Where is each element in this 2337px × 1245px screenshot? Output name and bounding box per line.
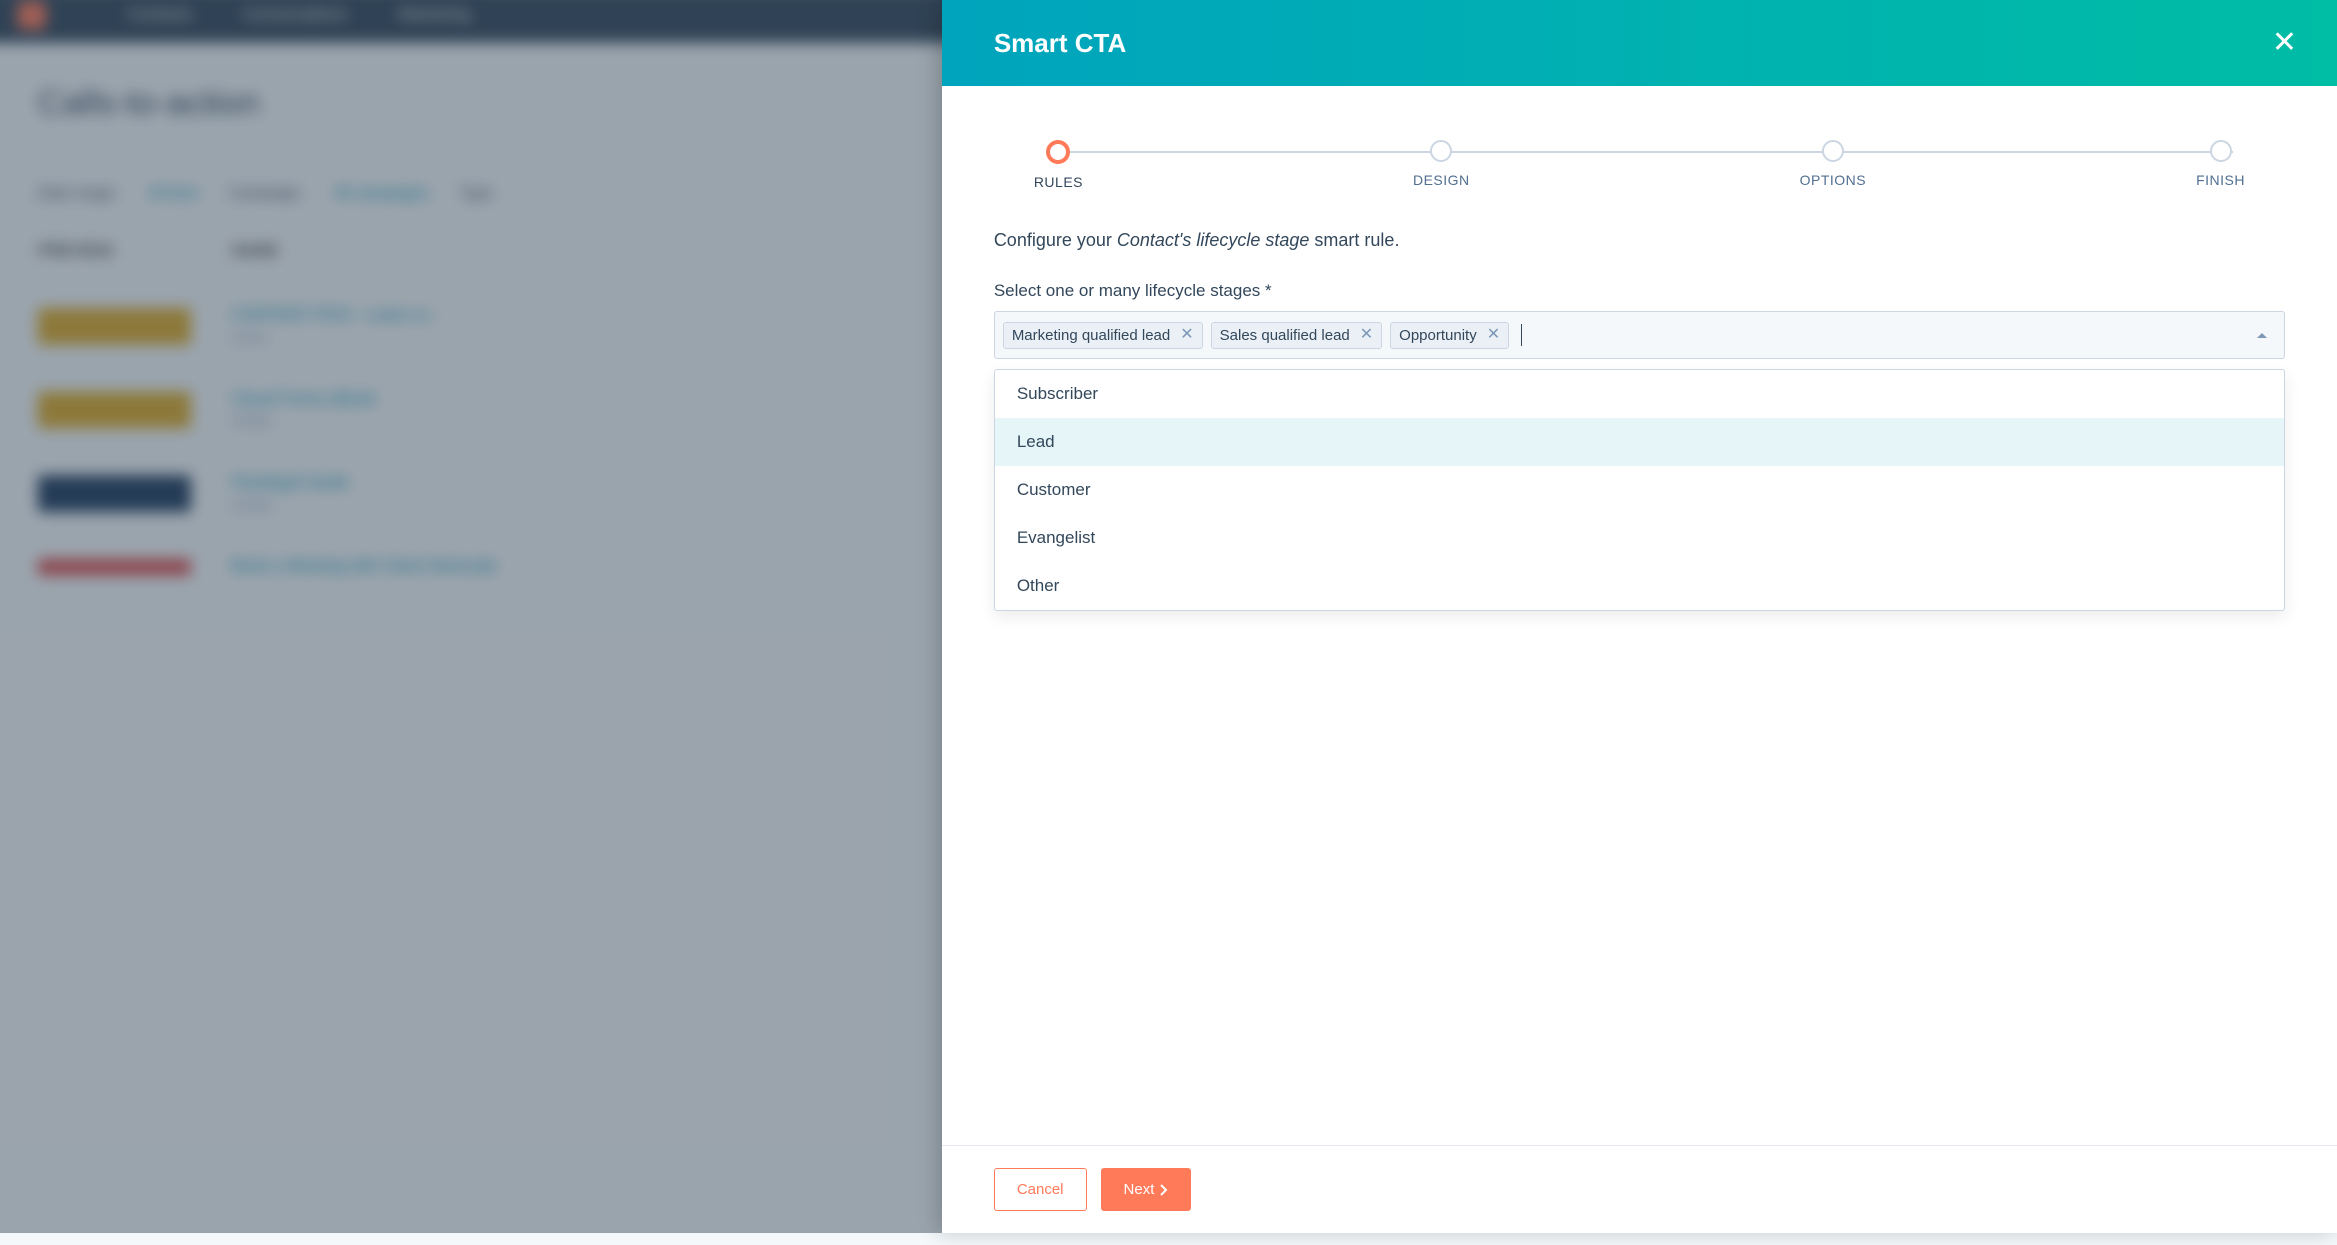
dropdown-option-lead[interactable]: Lead <box>995 418 2284 466</box>
step-circle-icon <box>2210 140 2232 162</box>
token-label: Opportunity <box>1399 327 1477 344</box>
panel-footer: Cancel Next <box>942 1145 2337 1233</box>
dropdown-option-evangelist[interactable]: Evangelist <box>995 514 2284 562</box>
dropdown-option-subscriber[interactable]: Subscriber <box>995 370 2284 418</box>
step-finish[interactable]: FINISH <box>2196 140 2245 188</box>
dropdown-option-customer[interactable]: Customer <box>995 466 2284 514</box>
lifecycle-stage-label: Select one or many lifecycle stages * <box>994 281 2285 301</box>
panel-header: Smart CTA ✕ <box>942 0 2337 86</box>
remove-token-icon[interactable]: ✕ <box>1360 327 1373 343</box>
step-label: FINISH <box>2196 172 2245 188</box>
close-icon[interactable]: ✕ <box>2272 28 2297 58</box>
step-rules[interactable]: RULES <box>1034 140 1083 190</box>
selected-token[interactable]: Marketing qualified lead ✕ <box>1003 322 1203 349</box>
caret-up-icon[interactable] <box>2256 331 2268 339</box>
remove-token-icon[interactable]: ✕ <box>1180 327 1193 343</box>
text-cursor <box>1521 324 1522 346</box>
step-circle-icon <box>1822 140 1844 162</box>
lifecycle-stage-select[interactable]: Marketing qualified lead ✕ Sales qualifi… <box>994 311 2285 359</box>
step-label: DESIGN <box>1413 172 1470 188</box>
scrollbar[interactable] <box>2321 0 2337 1233</box>
step-circle-icon <box>1046 140 1070 164</box>
selected-token[interactable]: Sales qualified lead ✕ <box>1211 322 1383 349</box>
text-italic: Contact's lifecycle stage <box>1117 230 1310 250</box>
stepper-line <box>1046 151 2233 153</box>
text-part: Configure your <box>994 230 1117 250</box>
button-label: Cancel <box>1017 1181 1064 1198</box>
step-indicator: RULES DESIGN OPTIONS FINISH <box>1034 140 2245 190</box>
token-label: Marketing qualified lead <box>1012 327 1170 344</box>
step-design[interactable]: DESIGN <box>1413 140 1470 188</box>
panel-title: Smart CTA <box>994 28 1126 59</box>
chevron-right-icon <box>1160 1184 1168 1196</box>
step-circle-icon <box>1430 140 1452 162</box>
lifecycle-dropdown: Subscriber Lead Customer Evangelist Othe… <box>994 369 2285 611</box>
dropdown-option-other[interactable]: Other <box>995 562 2284 610</box>
token-label: Sales qualified lead <box>1220 327 1350 344</box>
button-label: Next <box>1124 1181 1155 1198</box>
selected-token[interactable]: Opportunity ✕ <box>1390 322 1509 349</box>
step-label: RULES <box>1034 174 1083 190</box>
panel-body: RULES DESIGN OPTIONS FINISH Configure yo… <box>942 86 2337 1145</box>
step-options[interactable]: OPTIONS <box>1800 140 1867 188</box>
text-part: smart rule. <box>1309 230 1399 250</box>
remove-token-icon[interactable]: ✕ <box>1487 327 1500 343</box>
configure-description: Configure your Contact's lifecycle stage… <box>994 230 2285 251</box>
cancel-button[interactable]: Cancel <box>994 1168 1087 1211</box>
step-label: OPTIONS <box>1800 172 1867 188</box>
smart-cta-panel: Smart CTA ✕ RULES DESIGN OPTIONS FINISH <box>942 0 2337 1233</box>
next-button[interactable]: Next <box>1101 1168 1192 1211</box>
